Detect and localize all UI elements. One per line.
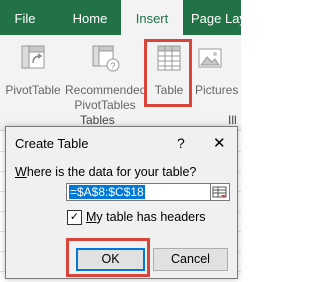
range-selector-icon <box>212 186 227 198</box>
prompt-underlined-initial: W <box>15 165 27 179</box>
dialog-title: Create Table <box>15 136 89 151</box>
collapse-dialog-button[interactable] <box>210 183 230 201</box>
pictures-icon <box>198 48 222 68</box>
recommended-line2: PivotTables <box>74 98 136 112</box>
pivottable-label: PivotTable <box>5 83 61 97</box>
recommended-pivottables-button[interactable]: ? Recommended PivotTables <box>65 43 147 113</box>
data-range-input[interactable]: =$A$8:$C$18 <box>66 183 213 201</box>
ok-button[interactable]: OK <box>76 248 145 271</box>
data-range-prompt: Where is the data for your table? <box>15 165 196 179</box>
ribbon-tab-bar: File Home Insert Page Lay <box>0 0 246 35</box>
table-button[interactable]: Table <box>148 43 190 98</box>
pivottable-button[interactable]: PivotTable <box>3 43 63 98</box>
pivottable-icon <box>21 45 45 69</box>
headers-rest: y table has headers <box>96 210 206 224</box>
pictures-button[interactable]: Pictures <box>195 43 245 98</box>
ribbon-insert: PivotTable ? Recommended PivotTables Tab… <box>0 35 241 131</box>
checkmark-icon: ✓ <box>69 211 80 223</box>
tab-page-layout[interactable]: Page Lay <box>191 0 261 35</box>
headers-underlined-initial: M <box>86 210 97 224</box>
create-table-dialog: Create Table ? ✕ Where is the data for y… <box>5 126 238 279</box>
close-icon[interactable]: ✕ <box>213 134 226 152</box>
help-icon[interactable]: ? <box>177 135 185 151</box>
has-headers-label: My table has headers <box>86 210 206 224</box>
tab-home[interactable]: Home <box>62 0 118 35</box>
data-range-value: =$A$8:$C$18 <box>69 185 145 199</box>
cancel-button[interactable]: Cancel <box>153 248 228 271</box>
tab-file[interactable]: File <box>0 0 50 35</box>
recommended-line1: Recommended <box>65 83 147 97</box>
prompt-rest: here is the data for your table? <box>26 165 197 179</box>
svg-text:?: ? <box>110 61 115 71</box>
group-tables-label: Tables <box>80 113 115 127</box>
table-icon <box>157 45 181 71</box>
recommended-pivottables-icon: ? <box>92 45 120 72</box>
has-headers-checkbox[interactable]: ✓ <box>67 210 82 225</box>
group-illustrations-label: Ill <box>228 113 237 127</box>
tab-insert[interactable]: Insert <box>121 0 183 35</box>
pictures-label: Pictures <box>195 83 239 97</box>
table-label: Table <box>154 83 184 97</box>
